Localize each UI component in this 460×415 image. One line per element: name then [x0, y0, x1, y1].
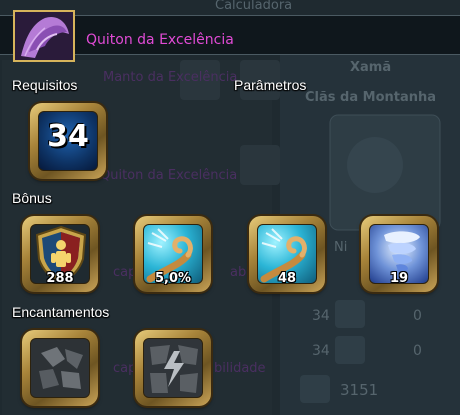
- item-name: Quiton da Excelência: [86, 32, 234, 48]
- background-health: 3151: [340, 381, 379, 399]
- item-icon: [13, 10, 75, 62]
- bonus-slot-4[interactable]: 19: [361, 216, 437, 292]
- background-stat-2: 34: [312, 343, 330, 359]
- requirements-label: Requisitos: [12, 77, 78, 93]
- background-stat-1-zero: 0: [413, 308, 422, 324]
- bonus-label: Bônus: [12, 190, 52, 206]
- background-stat-2-zero: 0: [413, 343, 422, 359]
- enchantment-slot-1[interactable]: [22, 330, 98, 406]
- background-stat-1: 34: [312, 308, 330, 324]
- background-header: Calculadora: [215, 0, 293, 13]
- background-item-manto: Manto da Excelência: [103, 70, 238, 85]
- purple-robe-icon: [15, 12, 73, 60]
- parameters-label: Parâmetros: [234, 77, 307, 93]
- bonus-value-2: 5,0%: [154, 271, 192, 286]
- requirement-level-slot: 34: [30, 103, 106, 179]
- enchantments-label: Encantamentos: [12, 304, 110, 320]
- background-class: Xamã: [350, 60, 392, 75]
- background-text-3: bilidade: [214, 361, 266, 376]
- background-clan: Clãs da Montanha: [305, 90, 437, 105]
- stone-rune-icon: [31, 339, 89, 397]
- background-item-quiton: Quiton da Excelência: [100, 168, 238, 183]
- bonus-slot-3[interactable]: 48: [249, 216, 325, 292]
- enchantment-slot-2[interactable]: [135, 330, 211, 406]
- bonus-value-3: 48: [277, 271, 297, 286]
- requirement-level-value: 34: [47, 119, 89, 154]
- bonus-slot-1[interactable]: 288: [22, 216, 98, 292]
- bonus-value-1: 288: [46, 271, 74, 286]
- lightning-rune-icon: [144, 339, 202, 397]
- background-text-5: Ni: [334, 240, 348, 255]
- bonus-value-4: 19: [389, 271, 409, 286]
- bonus-slot-2[interactable]: 5,0%: [135, 216, 211, 292]
